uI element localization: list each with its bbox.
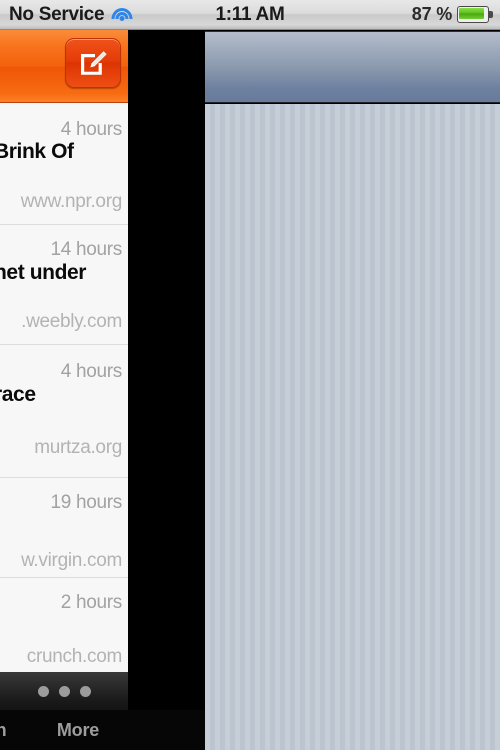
list-item-title: Brink Of (0, 140, 74, 163)
page-dot[interactable] (37, 685, 49, 697)
list-item-title: race (0, 383, 36, 406)
tab-item-more[interactable]: More (36, 710, 120, 750)
list-item-title: net under (0, 261, 87, 284)
list-item-time: 4 hours (60, 119, 123, 140)
list-item[interactable]: 19 hours w.virgin.com (0, 478, 128, 578)
list-item[interactable]: 4 hours race murtza.org (0, 345, 128, 478)
tab-item-partial[interactable]: h (0, 710, 24, 750)
status-bar: No Service 1:11 AM 87 % (0, 0, 500, 30)
compose-icon (81, 51, 107, 75)
page-dot[interactable] (79, 685, 91, 697)
list-item[interactable]: 2 hours crunch.com (0, 578, 128, 674)
screen: No Service 1:11 AM 87 % 4 hours Brink Of… (0, 0, 500, 750)
left-list-panel[interactable]: 4 hours Brink Of www.npr.org 14 hours net un… (0, 30, 128, 710)
right-detail-panel[interactable] (205, 31, 500, 750)
list-item-time: 14 hours (50, 239, 122, 260)
clock-label: 1:11 AM (215, 3, 285, 25)
compose-button[interactable] (65, 38, 121, 88)
list-item-domain: w.virgin.com (21, 550, 122, 571)
article-list[interactable]: 4 hours Brink Of www.npr.org 14 hours net un… (0, 103, 128, 674)
left-panel-toolbar (0, 30, 128, 103)
list-item-time: 2 hours (60, 592, 123, 613)
right-panel-content[interactable] (205, 104, 500, 750)
list-item-domain: .weebly.com (21, 311, 122, 332)
list-item-time: 4 hours (60, 361, 123, 382)
list-item[interactable]: 4 hours Brink Of www.npr.org (0, 103, 128, 225)
right-panel-navbar (205, 32, 500, 103)
list-item[interactable]: 14 hours net under .weebly.com (0, 225, 128, 345)
battery-icon (457, 6, 493, 23)
list-item-domain: murtza.org (34, 437, 122, 458)
list-item-domain: www.npr.org (20, 191, 123, 212)
page-indicator-bar[interactable] (0, 672, 128, 710)
list-item-time: 19 hours (50, 492, 122, 513)
list-item-domain: crunch.com (26, 646, 123, 667)
page-dot[interactable] (58, 685, 70, 697)
